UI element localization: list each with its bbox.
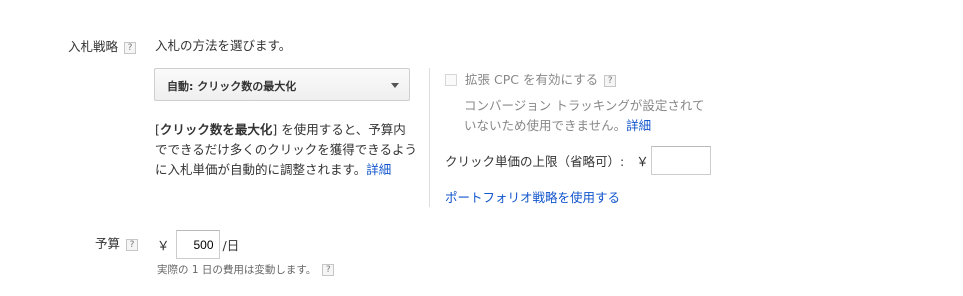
budget-input-row: ￥ /日	[157, 230, 239, 259]
max-cpc-label: クリック単価の上限（省略可）:	[445, 154, 625, 169]
enhanced-cpc-details-link[interactable]: 詳細	[626, 118, 651, 133]
budget-note-help-icon[interactable]: ?	[322, 264, 335, 276]
enhanced-cpc-note: コンバージョン トラッキングが設定されていないため使用できません。詳細	[464, 96, 714, 136]
explain-bold: クリック数を最大化	[159, 122, 273, 137]
enhanced-cpc-checkbox[interactable]	[445, 74, 457, 86]
budget-help-icon[interactable]: ?	[126, 238, 139, 251]
enhanced-cpc-row: 拡張 CPC を有効にする?	[445, 69, 617, 88]
bid-strategy-explanation: [クリック数を最大化] を使用すると、予算内でできるだけ多くのクリックを獲得でき…	[155, 120, 417, 180]
enhanced-cpc-help-icon[interactable]: ?	[604, 74, 617, 87]
strategy-details-link[interactable]: 詳細	[366, 162, 391, 177]
chevron-down-icon	[391, 83, 399, 88]
bid-strategy-label: 入札戦略?	[68, 36, 137, 55]
max-cpc-currency: ￥	[636, 154, 649, 169]
budget-input[interactable]	[175, 230, 220, 259]
vertical-divider	[429, 68, 430, 207]
max-cpc-row: クリック単価の上限（省略可）: ￥	[445, 146, 711, 175]
bid-strategy-select-value: 自動: クリック数の最大化	[167, 80, 297, 93]
budget-label: 予算?	[95, 233, 139, 252]
enhanced-cpc-note-text: コンバージョン トラッキングが設定されていないため使用できません。	[464, 98, 705, 133]
enhanced-cpc-label: 拡張 CPC を有効にする	[465, 72, 599, 87]
budget-note: 実際の 1 日の費用は変動します。?	[157, 262, 335, 277]
budget-note-text: 実際の 1 日の費用は変動します。	[157, 264, 317, 276]
bid-strategy-help-icon[interactable]: ?	[124, 41, 137, 54]
bid-strategy-label-text: 入札戦略	[68, 39, 119, 54]
portfolio-strategy-link[interactable]: ポートフォリオ戦略を使用する	[445, 187, 620, 206]
bid-strategy-select[interactable]: 自動: クリック数の最大化	[154, 68, 410, 101]
max-cpc-input[interactable]	[650, 146, 711, 175]
budget-label-text: 予算	[95, 236, 121, 251]
bid-strategy-description: 入札の方法を選びます。	[155, 38, 292, 53]
budget-unit: /日	[222, 238, 240, 253]
budget-currency: ￥	[157, 238, 170, 253]
